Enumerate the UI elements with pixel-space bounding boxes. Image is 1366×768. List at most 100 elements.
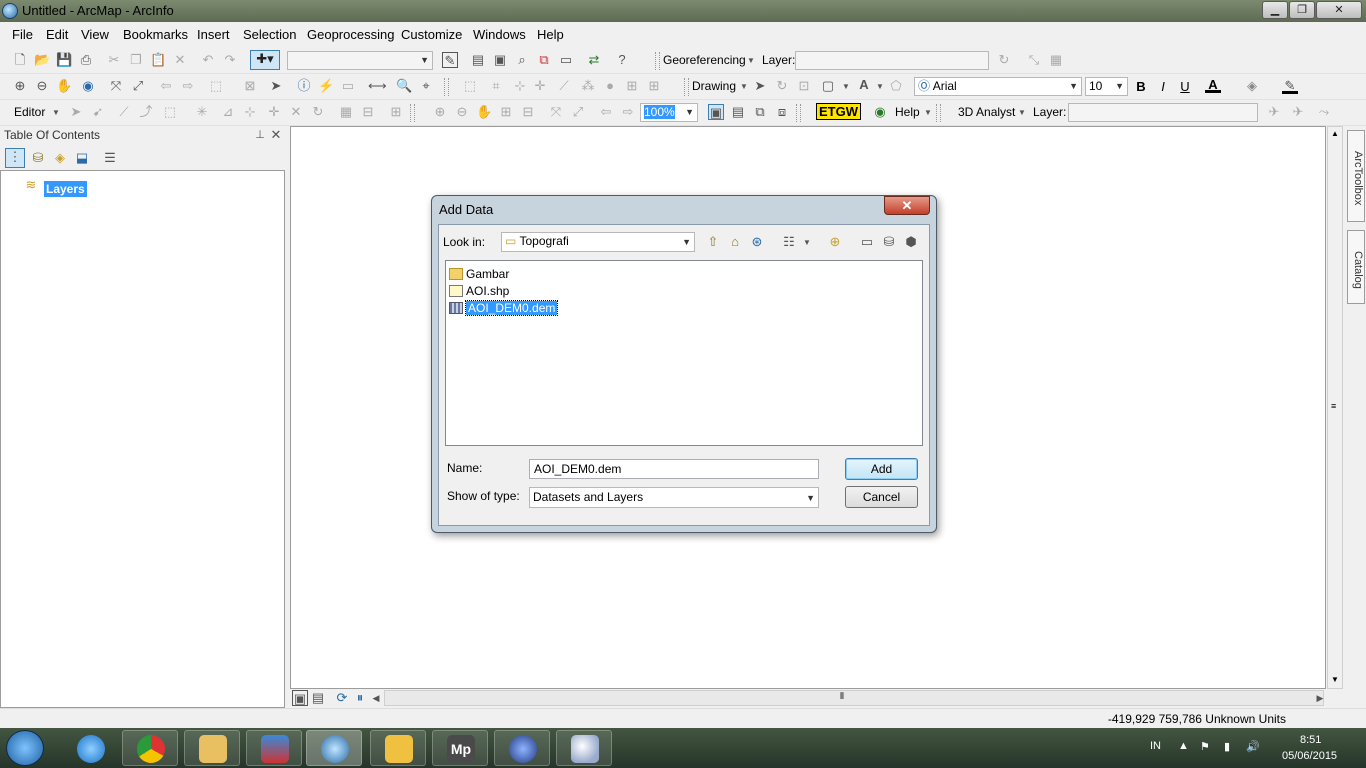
create-features-icon[interactable]: ⊞ (388, 104, 404, 120)
line-color-icon[interactable]: ✎ (1282, 78, 1298, 94)
view-dropdown-icon[interactable]: ▼ (799, 235, 815, 251)
layout-view-icon[interactable]: ▤ (310, 690, 326, 706)
show-of-type-select[interactable]: Datasets and Layers ▼ (529, 487, 819, 508)
go-to-default-icon[interactable]: ⊛ (749, 234, 765, 250)
taskbar-app[interactable] (246, 730, 302, 766)
edit-tool-icon[interactable]: ➤ (68, 104, 84, 120)
layout-tool-8-icon[interactable]: ⇦ (598, 104, 614, 120)
language-indicator[interactable]: IN (1150, 740, 1161, 752)
menu-bookmarks[interactable]: Bookmarks (123, 27, 188, 42)
menu-edit[interactable]: Edit (46, 27, 68, 42)
back-extent-icon[interactable]: ⇦ (158, 78, 174, 94)
rotate-icon[interactable]: ↻ (996, 52, 1012, 68)
taskbar-ie[interactable] (62, 730, 118, 766)
scroll-grip-icon[interactable]: ≡ (1331, 401, 1336, 411)
maximize-button[interactable]: ❐ (1289, 1, 1315, 19)
html-popup-icon[interactable]: ▭ (340, 78, 356, 94)
georef-tool-8-icon[interactable]: ⊞ (624, 78, 640, 94)
volume-icon[interactable]: 🔊 (1246, 740, 1260, 753)
taskbar-mp[interactable]: Mp (432, 730, 488, 766)
rotate-element-icon[interactable]: ↻ (774, 78, 790, 94)
hscroll-grip-icon[interactable]: ⦀ (840, 691, 844, 702)
copy-icon[interactable]: ❐ (128, 52, 144, 68)
scroll-left-icon[interactable]: ◀ (368, 690, 384, 706)
georef-tool-7-icon[interactable]: ● (602, 78, 618, 94)
georeferencing-menu[interactable]: Georeferencing (663, 53, 746, 67)
list-by-drawing-order-icon[interactable]: ⋮ (5, 148, 25, 168)
menu-file[interactable]: File (12, 27, 33, 42)
arctoolbox-tab[interactable]: ArcToolbox (1347, 130, 1365, 222)
layout-tool-9-icon[interactable]: ⇨ (620, 104, 636, 120)
map-horizontal-scrollbar[interactable]: ⦀ (384, 690, 1324, 706)
georef-tool-9-icon[interactable]: ⊞ (646, 78, 662, 94)
georef-tool-5-icon[interactable]: ⟋ (556, 78, 572, 94)
drawing-select-icon[interactable]: ➤ (752, 78, 768, 94)
menu-windows[interactable]: Windows (473, 27, 526, 42)
drawing-menu[interactable]: Drawing (692, 79, 736, 93)
scroll-up-icon[interactable]: ▲ (1331, 129, 1339, 138)
home-folder-icon[interactable]: ⌂ (727, 234, 743, 250)
3d-analyst-dropdown-icon[interactable]: ▼ (1014, 105, 1030, 121)
menu-geoprocessing[interactable]: Geoprocessing (307, 27, 394, 42)
new-geodatabase-icon[interactable]: ⛁ (881, 234, 897, 250)
paste-icon[interactable]: 📋 (150, 52, 166, 68)
close-window-button[interactable]: ✕ (1316, 1, 1362, 19)
search-window-icon[interactable]: ⌕ (514, 52, 530, 68)
add-data-icon[interactable]: ✚▾ (250, 50, 280, 70)
map-scale-combo[interactable]: ▼ (287, 51, 433, 70)
toolbar-grip[interactable] (684, 78, 689, 96)
text-tool-icon[interactable]: A (856, 77, 872, 93)
measure-icon[interactable]: ⟷ (368, 78, 387, 94)
edit-vertices-icon[interactable]: ⬠ (888, 78, 904, 94)
georef-dropdown-icon[interactable]: ▼ (743, 53, 759, 69)
edit-vertices-tool-icon[interactable]: ⊿ (220, 104, 236, 120)
python-window-icon[interactable]: ▭ (558, 52, 574, 68)
print-icon[interactable]: ⎙ (78, 52, 94, 68)
layout-tool-6-icon[interactable]: ⤧ (548, 104, 564, 120)
list-by-source-icon[interactable]: ⛁ (30, 150, 46, 166)
point-icon[interactable]: ✳ (194, 104, 210, 120)
full-extent-icon[interactable]: ◉ (80, 78, 96, 94)
network-icon[interactable]: ▮ (1224, 740, 1230, 753)
taskbar-outlook[interactable] (370, 730, 426, 766)
toolbar-grip[interactable] (655, 52, 660, 70)
editor-menu[interactable]: Editor (14, 105, 45, 119)
layout-tool-4-icon[interactable]: ⊞ (498, 104, 514, 120)
scroll-down-icon[interactable]: ▼ (1331, 675, 1339, 684)
identify-icon[interactable]: ⓘ (296, 78, 312, 94)
layout-tool-3-icon[interactable]: ✋ (476, 104, 492, 120)
open-folder-icon[interactable]: 📂 (34, 52, 50, 68)
list-by-visibility-icon[interactable]: ◈ (52, 150, 68, 166)
pin-icon[interactable]: ⊥ (252, 127, 268, 143)
toc-options-icon[interactable]: ☰ (102, 150, 118, 166)
new-toolbox-icon[interactable]: ⬢ (903, 234, 919, 250)
fixed-zoom-out-icon[interactable]: ⤢ (130, 78, 146, 94)
list-by-selection-icon[interactable]: ⬓ (74, 150, 90, 166)
new-folder-icon[interactable]: ▭ (859, 234, 875, 250)
cut-icon[interactable]: ✂ (106, 52, 122, 68)
layers-data-frame[interactable]: Layers (44, 181, 87, 197)
zoom-to-selected-icon[interactable]: ⊡ (796, 78, 812, 94)
clock-time[interactable]: 8:51 (1300, 734, 1321, 746)
drawing-dropdown-icon[interactable]: ▼ (736, 79, 752, 95)
dialog-close-button[interactable]: ✕ (884, 196, 930, 215)
connect-folder-icon[interactable]: ⊕ (827, 234, 843, 250)
rectangle-dropdown-icon[interactable]: ▼ (838, 79, 854, 95)
taskbar-arcmap[interactable] (306, 730, 362, 766)
3d-analyst-menu[interactable]: 3D Analyst (958, 105, 1015, 119)
catalog-window-icon[interactable]: ▣ (492, 52, 508, 68)
taskbar-chrome[interactable] (122, 730, 178, 766)
menu-help[interactable]: Help (537, 27, 564, 42)
forward-extent-icon[interactable]: ⇨ (180, 78, 196, 94)
3d-tool-2-icon[interactable]: ✈ (1290, 104, 1306, 120)
layout-tool-5-icon[interactable]: ⊟ (520, 104, 536, 120)
toolbar-grip[interactable] (936, 104, 941, 122)
taskbar-explorer[interactable] (184, 730, 240, 766)
help-dropdown-icon[interactable]: ▼ (920, 105, 936, 121)
menu-selection[interactable]: Selection (243, 27, 296, 42)
start-button[interactable] (6, 730, 44, 766)
link-table-icon[interactable]: ▦ (1048, 52, 1064, 68)
georef-tool-2-icon[interactable]: ⌗ (488, 78, 504, 94)
etgw-toolbar-button[interactable]: ETGW (816, 103, 861, 120)
data-view-icon[interactable]: ▣ (292, 690, 308, 706)
